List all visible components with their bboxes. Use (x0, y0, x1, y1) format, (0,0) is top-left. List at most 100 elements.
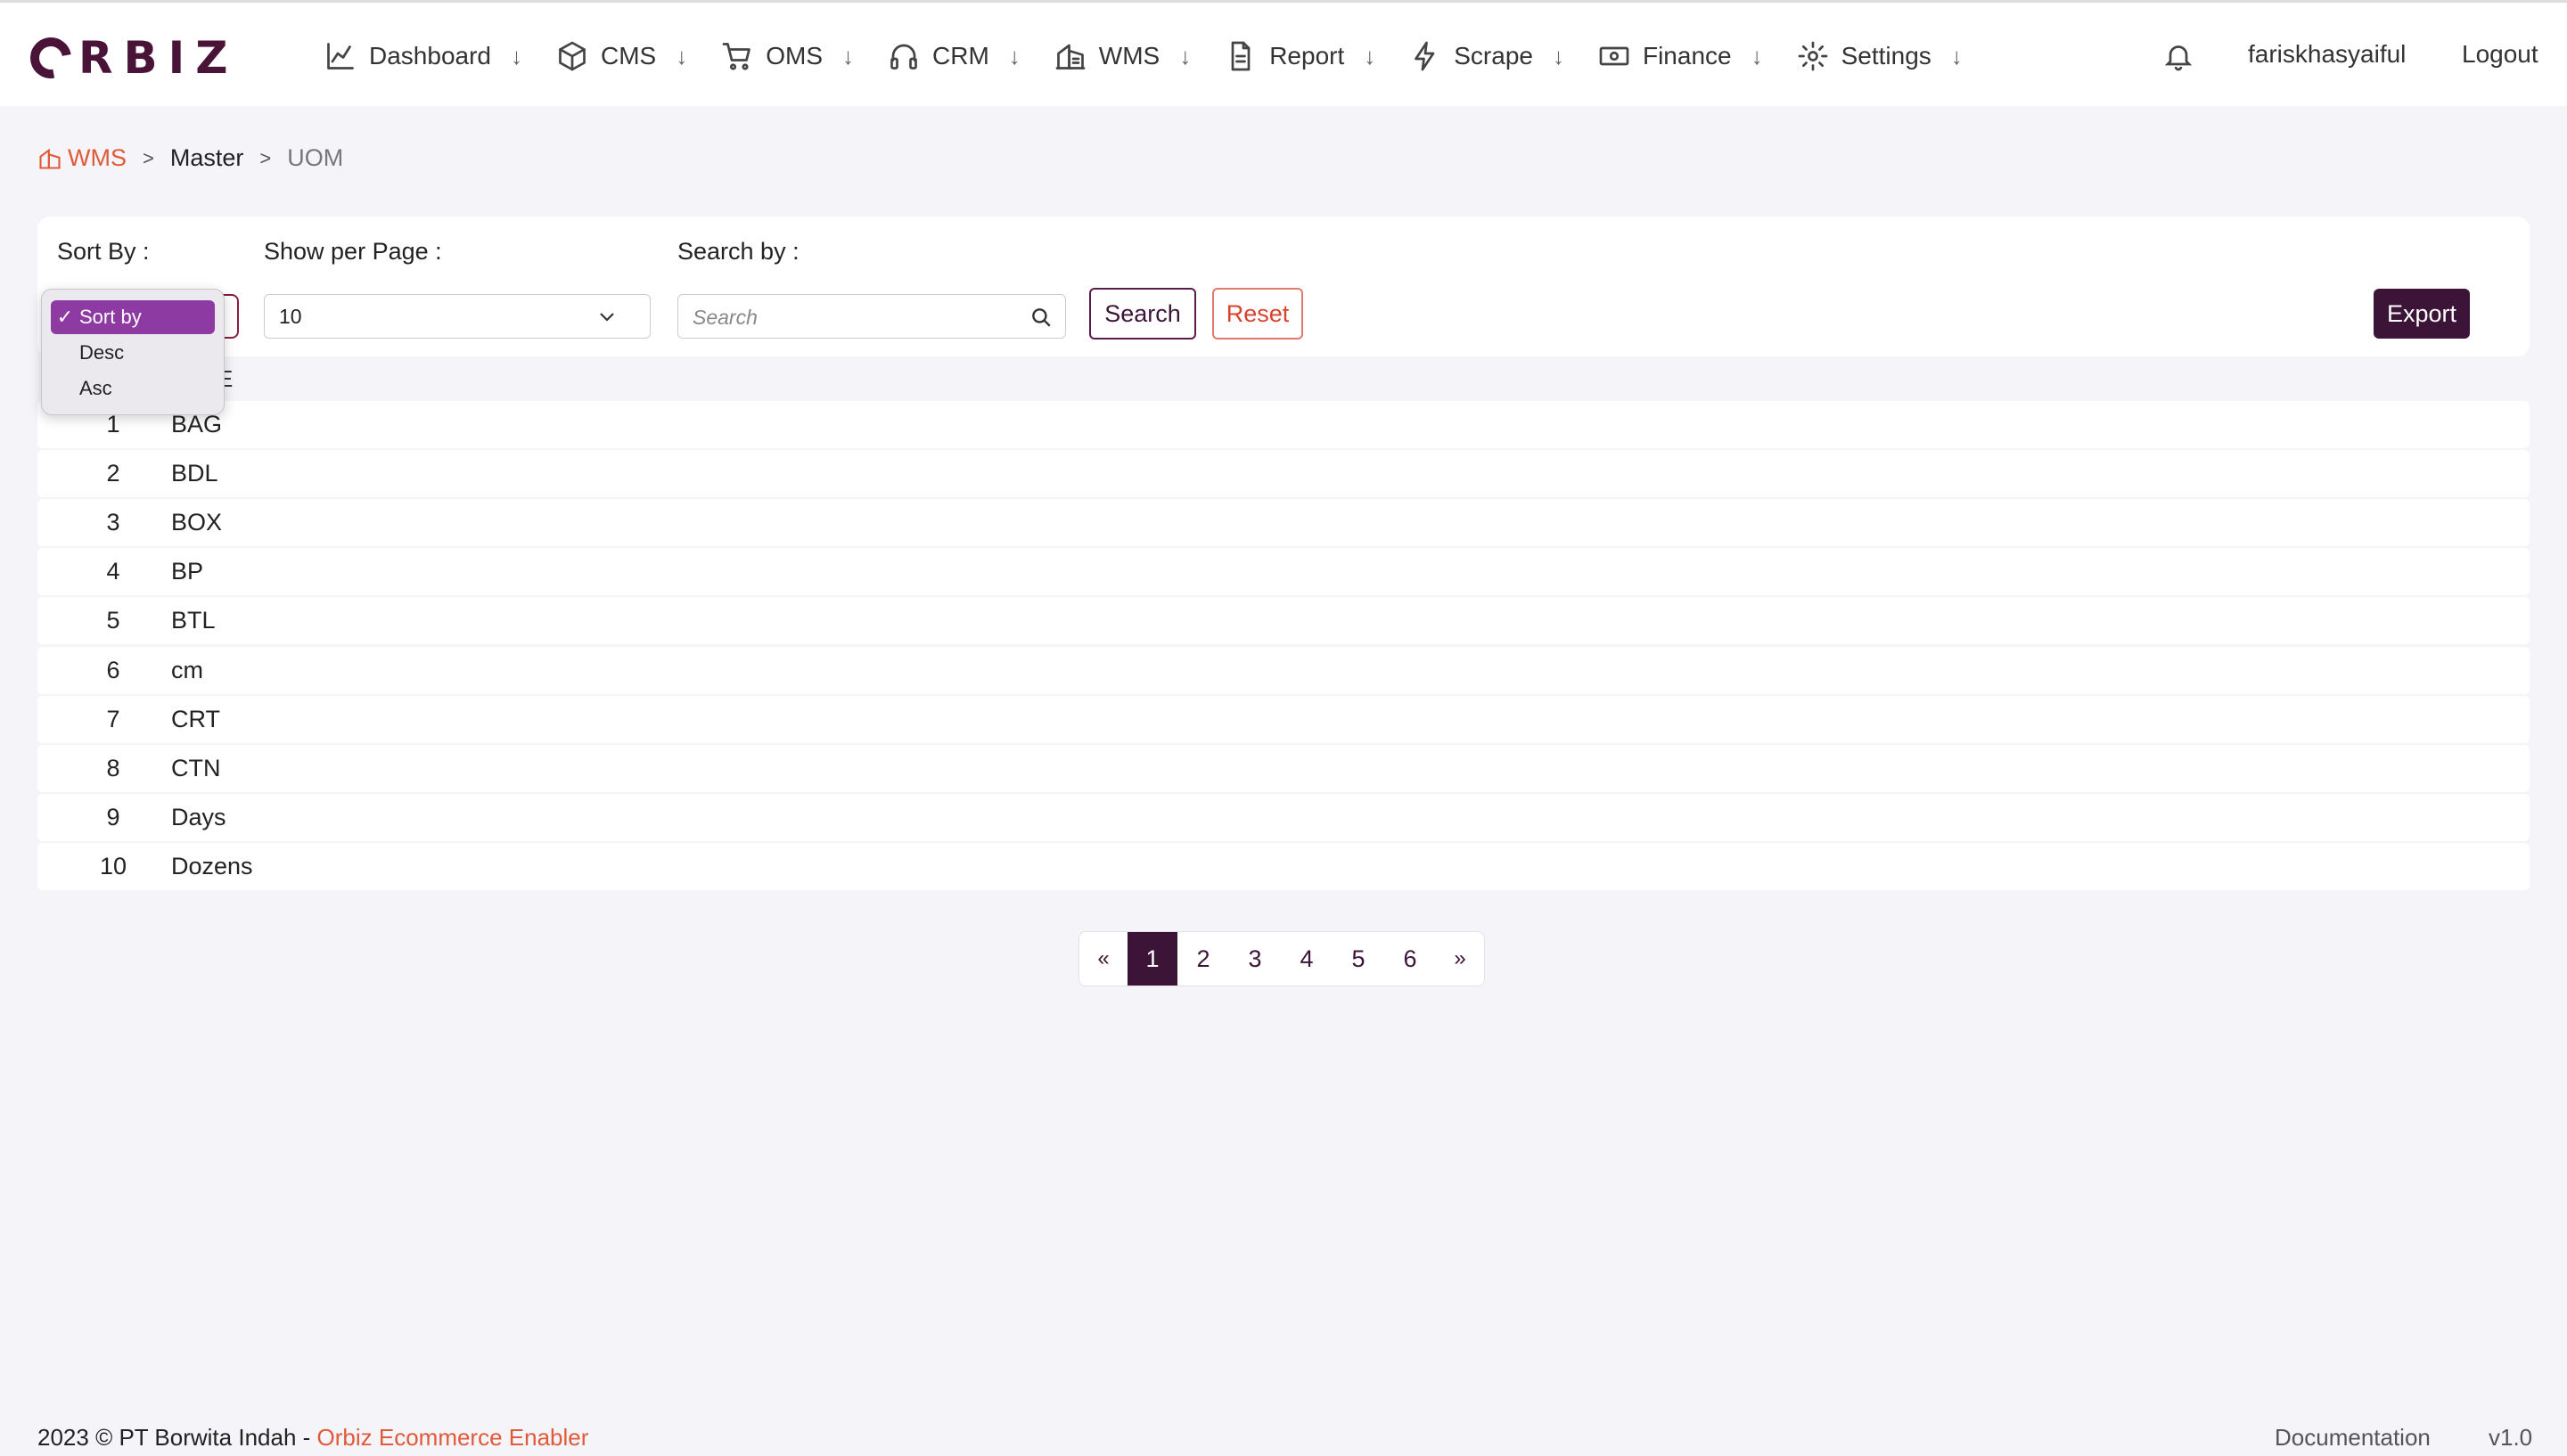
table-row[interactable]: 4 BP (37, 548, 2530, 595)
row-number: 7 (106, 706, 120, 732)
table-row[interactable]: 10 Dozens (37, 843, 2530, 890)
nav-item-wms[interactable]: WMS ↓ (1054, 40, 1191, 72)
arrow-down-icon: ↓ (842, 42, 854, 70)
nav-label: Settings (1841, 42, 1931, 70)
option-label: Sort by (79, 306, 142, 328)
breadcrumb-separator: > (142, 146, 154, 169)
page-button-1[interactable]: 1 (1128, 932, 1177, 986)
search-by-label: Search by : (677, 238, 800, 265)
option-label: Asc (79, 377, 112, 399)
sort-by-label: Sort By : (57, 238, 150, 265)
breadcrumb-master[interactable]: Master (170, 144, 244, 172)
nav-item-crm[interactable]: CRM ↓ (888, 40, 1021, 72)
nav-label: CMS (600, 42, 657, 70)
page-next-button[interactable]: » (1436, 932, 1484, 986)
row-number: 9 (106, 804, 120, 830)
row-number: 10 (99, 853, 127, 879)
check-icon: ✓ (56, 306, 74, 328)
nav-item-settings[interactable]: Settings ↓ (1797, 40, 1963, 72)
page-button-6[interactable]: 6 (1384, 932, 1436, 986)
chart-line-icon (327, 43, 354, 70)
page-prev-button[interactable]: « (1079, 932, 1128, 986)
top-navbar: RBIZ Dashboard ↓ CMS ↓ OMS ↓ CRM ↓ WMS ↓ (0, 0, 2567, 106)
arrow-down-icon: ↓ (676, 42, 688, 70)
footer-copyright: 2023 © PT Borwita Indah - Orbiz Ecommerc… (37, 1424, 588, 1452)
page-button-4[interactable]: 4 (1281, 932, 1333, 986)
export-button[interactable]: Export (2374, 289, 2470, 339)
copyright-text: 2023 © PT Borwita Indah - (37, 1424, 317, 1451)
table-row[interactable]: 3 BOX (37, 499, 2530, 546)
chevron-down-icon (600, 313, 614, 322)
arrow-down-icon: ↓ (1179, 42, 1192, 70)
arrow-down-icon: ↓ (510, 42, 522, 70)
pagination: « 1 2 3 4 5 6 » (1078, 931, 1485, 986)
per-page-value: 10 (279, 304, 302, 328)
show-per-page-label: Show per Page : (264, 238, 442, 265)
sort-option-desc[interactable]: Desc (51, 336, 215, 370)
uom-name: CRT (171, 706, 221, 732)
logo-o-ring (21, 29, 80, 87)
nav-item-dashboard[interactable]: Dashboard ↓ (324, 40, 522, 72)
uom-name: BTL (171, 607, 216, 634)
table-row[interactable]: 2 BDL (37, 450, 2530, 497)
documentation-link[interactable]: Documentation (2275, 1424, 2431, 1452)
box-icon (559, 41, 586, 71)
table-row[interactable]: 6 cm (37, 647, 2530, 694)
table-row[interactable]: 7 CRT (37, 696, 2530, 743)
nav-item-finance[interactable]: Finance ↓ (1598, 40, 1763, 72)
nav-label: WMS (1098, 42, 1160, 70)
search-input[interactable] (691, 302, 1015, 332)
logout-link[interactable]: Logout (2462, 40, 2538, 69)
search-field (677, 294, 1066, 339)
search-button[interactable]: Search (1089, 288, 1196, 339)
sort-option-sort-by[interactable]: ✓ Sort by (51, 300, 215, 334)
per-page-select[interactable]: 10 (264, 294, 651, 339)
cart-icon (722, 43, 751, 70)
uom-name: CTN (171, 755, 221, 781)
breadcrumb-separator: > (259, 146, 272, 169)
table-row[interactable]: 9 Days (37, 794, 2530, 841)
notification-bell-icon[interactable] (2162, 40, 2194, 77)
gear-icon (1798, 41, 1827, 71)
nav-label: Scrape (1454, 42, 1533, 70)
search-icon[interactable] (1029, 306, 1053, 329)
table-row[interactable]: 5 BTL (37, 597, 2530, 644)
filter-card: Sort By : Show per Page : Search by : 10… (37, 217, 2530, 356)
reset-button[interactable]: Reset (1212, 288, 1303, 339)
page-button-2[interactable]: 2 (1177, 932, 1229, 986)
breadcrumb-wms[interactable]: WMS (68, 144, 127, 172)
sort-option-asc[interactable]: Asc (51, 372, 215, 405)
nav-item-scrape[interactable]: Scrape ↓ (1409, 40, 1564, 72)
headphones-icon (890, 44, 917, 70)
sort-by-dropdown: ✓ Sort by Desc Asc (41, 289, 225, 415)
table-row[interactable]: 8 CTN (37, 745, 2530, 792)
footer-brand-link[interactable]: Orbiz Ecommerce Enabler (317, 1424, 589, 1451)
nav-item-cms[interactable]: CMS ↓ (556, 40, 687, 72)
nav-label: Report (1269, 42, 1345, 70)
nav-label: Finance (1642, 42, 1732, 70)
nav-item-oms[interactable]: OMS ↓ (721, 40, 854, 72)
row-number: 5 (106, 607, 120, 634)
uom-name: Dozens (171, 853, 253, 879)
bell-icon (2164, 45, 2193, 71)
row-number: 4 (106, 558, 120, 585)
page-button-5[interactable]: 5 (1333, 932, 1384, 986)
warehouse-icon (1055, 44, 1086, 70)
option-label: Desc (79, 341, 125, 364)
table-row[interactable]: 1 BAG (37, 401, 2530, 448)
nav-label: OMS (766, 42, 823, 70)
document-icon (1231, 41, 1251, 71)
cash-icon (1599, 46, 1629, 66)
arrow-down-icon: ↓ (1364, 42, 1376, 70)
arrow-down-icon: ↓ (1552, 42, 1564, 70)
uom-name: Days (171, 804, 226, 830)
page-button-3[interactable]: 3 (1229, 932, 1281, 986)
arrow-down-icon: ↓ (1008, 42, 1021, 70)
nav-menu: Dashboard ↓ CMS ↓ OMS ↓ CRM ↓ WMS ↓ Repo… (324, 29, 1997, 83)
breadcrumb: WMS > Master > UOM (37, 144, 343, 172)
orbiz-logo[interactable]: RBIZ (21, 29, 238, 87)
nav-item-report[interactable]: Report ↓ (1225, 40, 1375, 72)
warehouse-icon (39, 148, 61, 169)
user-menu[interactable]: fariskhasyaiful (2248, 40, 2406, 69)
arrow-down-icon: ↓ (1950, 42, 1963, 70)
